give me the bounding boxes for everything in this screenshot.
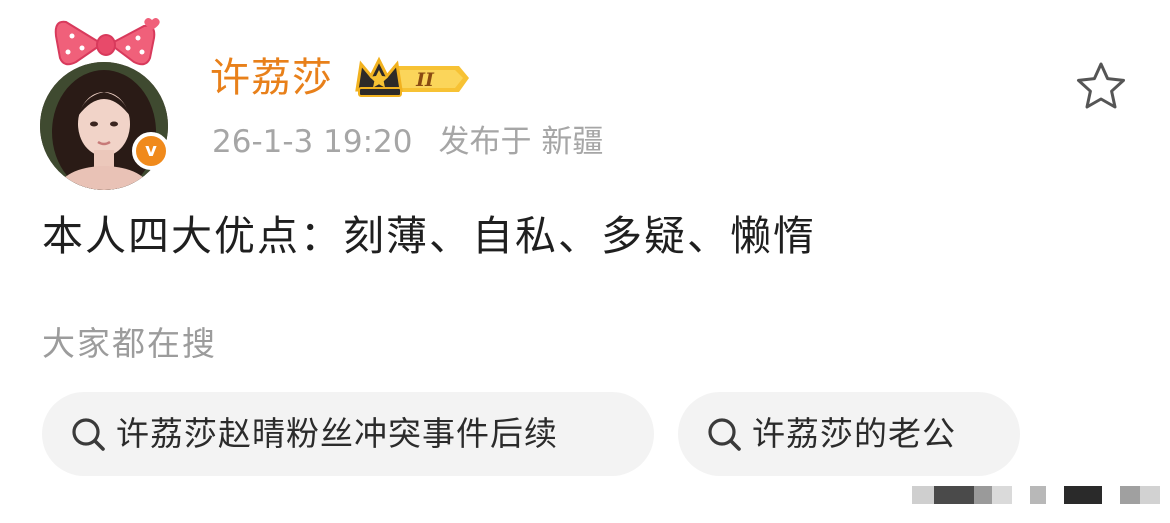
post-content: 本人四大优点：刻薄、自私、多疑、懒惰 [42, 212, 816, 260]
vip-level-text: II [415, 69, 435, 91]
verified-badge: v [132, 132, 170, 170]
search-icon [72, 418, 105, 451]
author-avatar-area[interactable]: v [40, 18, 180, 190]
trending-search-label: 大家都在搜 [42, 324, 217, 363]
search-icon [708, 418, 741, 451]
search-chip-text: 许荔莎赵晴粉丝冲突事件后续 [116, 414, 558, 453]
post-time: 26-1-3 19:20 [212, 124, 413, 160]
avatar[interactable] [40, 62, 168, 190]
pink-bow-icon [54, 18, 160, 66]
search-chip[interactable]: 许荔莎赵晴粉丝冲突事件后续 [42, 392, 654, 476]
author-name[interactable]: 许荔莎 [210, 52, 333, 104]
search-chip-text: 许荔莎的老公 [752, 414, 956, 453]
crown-badge-icon[interactable]: II [355, 56, 471, 100]
post-meta: 26-1-3 19:20 发布于 新疆 [212, 120, 603, 164]
star-outline-icon[interactable] [1074, 60, 1128, 112]
post-location: 发布于 新疆 [438, 124, 604, 160]
avatar-portrait [40, 62, 168, 190]
search-chip[interactable]: 许荔莎的老公 [678, 392, 1020, 476]
